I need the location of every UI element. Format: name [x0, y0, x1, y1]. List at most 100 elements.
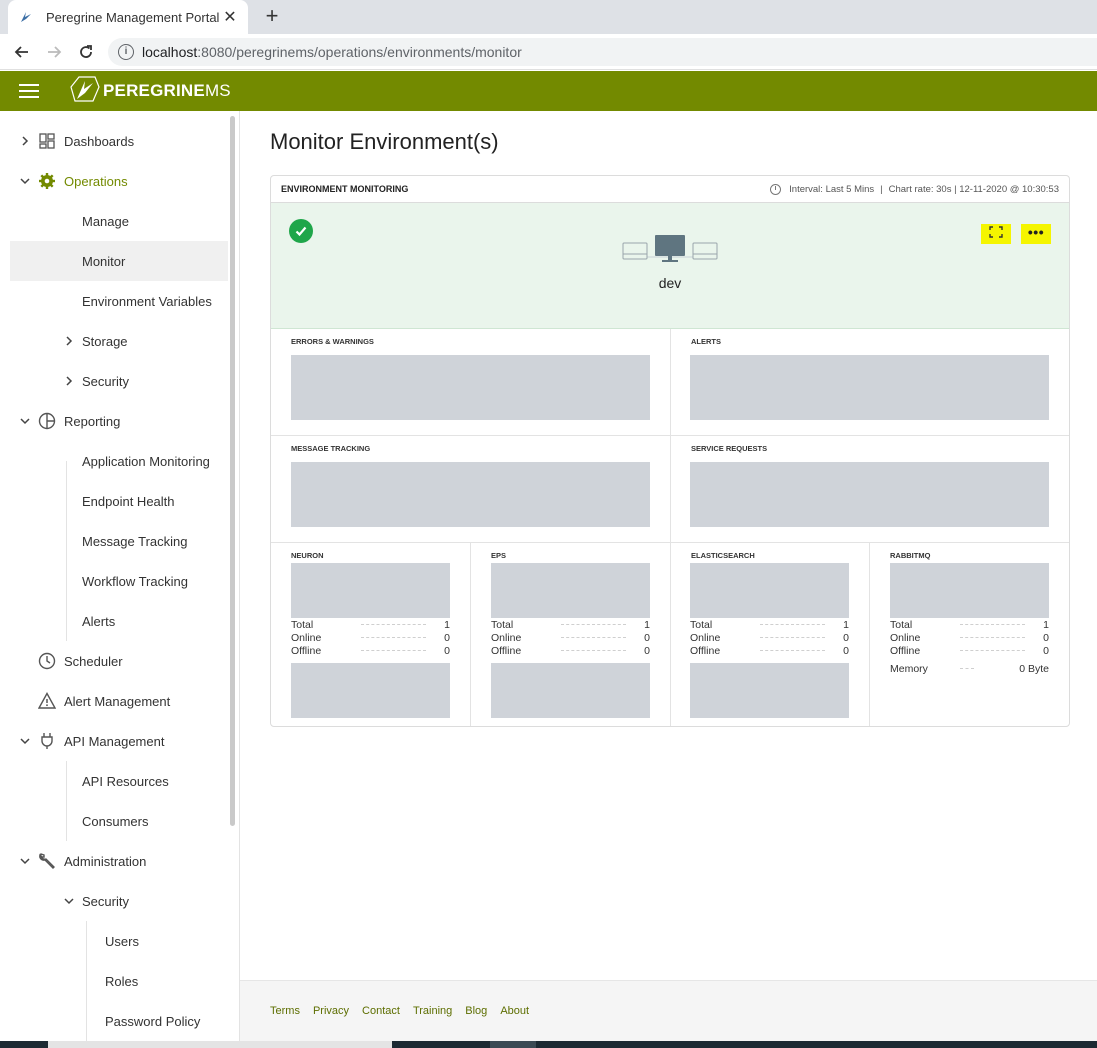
- sidebar-item-alert-management[interactable]: Alert Management: [38, 681, 228, 721]
- environment-monitoring-card: ENVIRONMENT MONITORING Interval: Last 5 …: [270, 175, 1070, 727]
- sidebar-item-label: Security: [82, 373, 129, 389]
- stat-online: Online 0: [890, 631, 1049, 644]
- sidebar-item-administration[interactable]: Administration: [18, 841, 228, 881]
- menu-icon[interactable]: [19, 84, 39, 98]
- sidebar-item-label: Administration: [64, 853, 147, 869]
- environment-panel[interactable]: dev •••: [271, 203, 1069, 329]
- sidebar-item-dashboards[interactable]: Dashboards: [18, 121, 228, 161]
- info-icon[interactable]: i: [118, 44, 134, 60]
- sidebar-item-security[interactable]: Security: [62, 361, 228, 401]
- more-options-button[interactable]: •••: [1021, 224, 1051, 244]
- panel-title: RABBITMQ: [890, 551, 931, 560]
- stat-value: 0: [444, 644, 450, 657]
- chart-placeholder: [890, 563, 1049, 618]
- stat-label: Memory: [890, 662, 928, 675]
- stat-label: Total: [491, 618, 514, 631]
- stat-value: 0: [444, 631, 450, 644]
- sidebar-item-workflow-tracking[interactable]: Workflow Tracking: [82, 561, 228, 601]
- close-icon[interactable]: ✕: [222, 7, 238, 27]
- chevron-down-icon: [18, 414, 32, 428]
- sidebar-item-application-monitoring[interactable]: Application Monitoring: [82, 441, 228, 481]
- footer-link-privacy[interactable]: Privacy: [313, 1005, 349, 1017]
- page-title: Monitor Environment(s): [270, 129, 499, 154]
- chevron-right-icon: [18, 134, 32, 148]
- stat-total: Total 1: [890, 618, 1049, 631]
- sidebar-item-environment-variables[interactable]: Environment Variables: [82, 281, 228, 321]
- sidebar-item-label: Application Monitoring: [82, 453, 210, 469]
- taskbar-search-box[interactable]: [48, 1041, 392, 1048]
- sidebar-item-manage[interactable]: Manage: [82, 201, 228, 241]
- sidebar-item-monitor[interactable]: Monitor: [10, 241, 228, 281]
- tab-title: Peregrine Management Portal: [46, 9, 220, 25]
- back-icon[interactable]: [10, 40, 34, 64]
- rabbitmq-panel: RABBITMQ Total 1 Online 0 Offline 0 Memory 0…: [870, 543, 1069, 726]
- sidebar-item-label: Operations: [64, 173, 128, 189]
- browser-tab[interactable]: Peregrine Management Portal ✕: [8, 0, 248, 34]
- sidebar-item-label: Monitor: [82, 253, 126, 269]
- chart-placeholder: [690, 563, 849, 618]
- sidebar-item-scheduler[interactable]: Scheduler: [38, 641, 228, 681]
- footer-link-about[interactable]: About: [500, 1005, 529, 1017]
- sidebar-item-label: Alerts: [82, 613, 116, 629]
- sidebar-item-admin-security[interactable]: Security: [62, 881, 228, 921]
- stat-offline: Offline 0: [690, 644, 849, 657]
- sidebar-item-label: Reporting: [64, 413, 121, 429]
- sidebar-scrollbar[interactable]: [230, 116, 235, 826]
- sidebar-item-label: Password Policy: [105, 1013, 201, 1029]
- logo[interactable]: PEREGRINEMS: [65, 73, 231, 110]
- reload-icon[interactable]: [74, 40, 98, 64]
- interval-text: Interval: Last 5 Mins: [789, 183, 875, 195]
- alerts-panel: ALERTS: [671, 329, 1069, 436]
- stat-label: Offline: [690, 644, 721, 657]
- sidebar-item-label: Endpoint Health: [82, 493, 175, 509]
- chevron-right-icon: [62, 374, 76, 388]
- stat-total: Total 1: [690, 618, 849, 631]
- stat-label: Offline: [291, 644, 322, 657]
- sidebar-item-users[interactable]: Users: [105, 921, 228, 961]
- brand-name: PEREGRINEMS: [103, 81, 231, 101]
- main-content: Monitor Environment(s) ENVIRONMENT MONIT…: [240, 111, 1097, 1041]
- check-circle-icon: [289, 219, 313, 243]
- footer-link-contact[interactable]: Contact: [362, 1005, 400, 1017]
- sidebar-item-message-tracking[interactable]: Message Tracking: [82, 521, 228, 561]
- stat-label: Online: [491, 631, 522, 644]
- forward-icon[interactable]: [42, 40, 66, 64]
- new-tab-icon[interactable]: +: [260, 5, 284, 29]
- footer-link-terms[interactable]: Terms: [270, 1005, 300, 1017]
- sidebar-item-api-management[interactable]: API Management: [18, 721, 228, 761]
- sidebar-item-label: API Resources: [82, 773, 169, 789]
- sidebar-item-reporting[interactable]: Reporting: [18, 401, 228, 441]
- sidebar: Dashboards Operations Manage Monitor Env…: [0, 111, 240, 1041]
- sidebar-item-api-resources[interactable]: API Resources: [82, 761, 228, 801]
- meta-separator: |: [880, 183, 883, 195]
- sidebar-item-consumers[interactable]: Consumers: [82, 801, 228, 841]
- sidebar-item-operations[interactable]: Operations: [18, 161, 228, 201]
- chart-placeholder: [491, 563, 650, 618]
- sidebar-item-endpoint-health[interactable]: Endpoint Health: [82, 481, 228, 521]
- panel-title: ALERTS: [691, 337, 721, 346]
- message-tracking-panel: MESSAGE TRACKING: [271, 436, 671, 543]
- stat-label: Online: [291, 631, 322, 644]
- fullscreen-button[interactable]: [981, 224, 1011, 244]
- panel-title: ERRORS & WARNINGS: [291, 337, 374, 346]
- sidebar-item-password-policy[interactable]: Password Policy: [105, 1001, 228, 1041]
- taskbar-app-button[interactable]: [490, 1041, 536, 1048]
- api-guide-line: [66, 761, 67, 841]
- stat-total: Total 1: [491, 618, 650, 631]
- url-field[interactable]: i localhost:8080/peregrinems/operations/…: [108, 38, 1097, 66]
- footer-link-blog[interactable]: Blog: [465, 1005, 487, 1017]
- sidebar-item-roles[interactable]: Roles: [105, 961, 228, 1001]
- sidebar-item-alerts[interactable]: Alerts: [82, 601, 228, 641]
- stat-online: Online 0: [291, 631, 450, 644]
- warning-icon: [38, 692, 56, 710]
- sidebar-item-label: Roles: [105, 973, 139, 989]
- chart-placeholder: [291, 663, 450, 718]
- stat-value: 0: [1043, 631, 1049, 644]
- footer-link-training[interactable]: Training: [413, 1005, 452, 1017]
- chart-placeholder: [291, 462, 650, 527]
- sidebar-item-storage[interactable]: Storage: [62, 321, 228, 361]
- card-title: ENVIRONMENT MONITORING: [281, 184, 409, 194]
- stat-online: Online 0: [491, 631, 650, 644]
- stat-value: 0: [644, 644, 650, 657]
- pie-chart-icon: [38, 412, 56, 430]
